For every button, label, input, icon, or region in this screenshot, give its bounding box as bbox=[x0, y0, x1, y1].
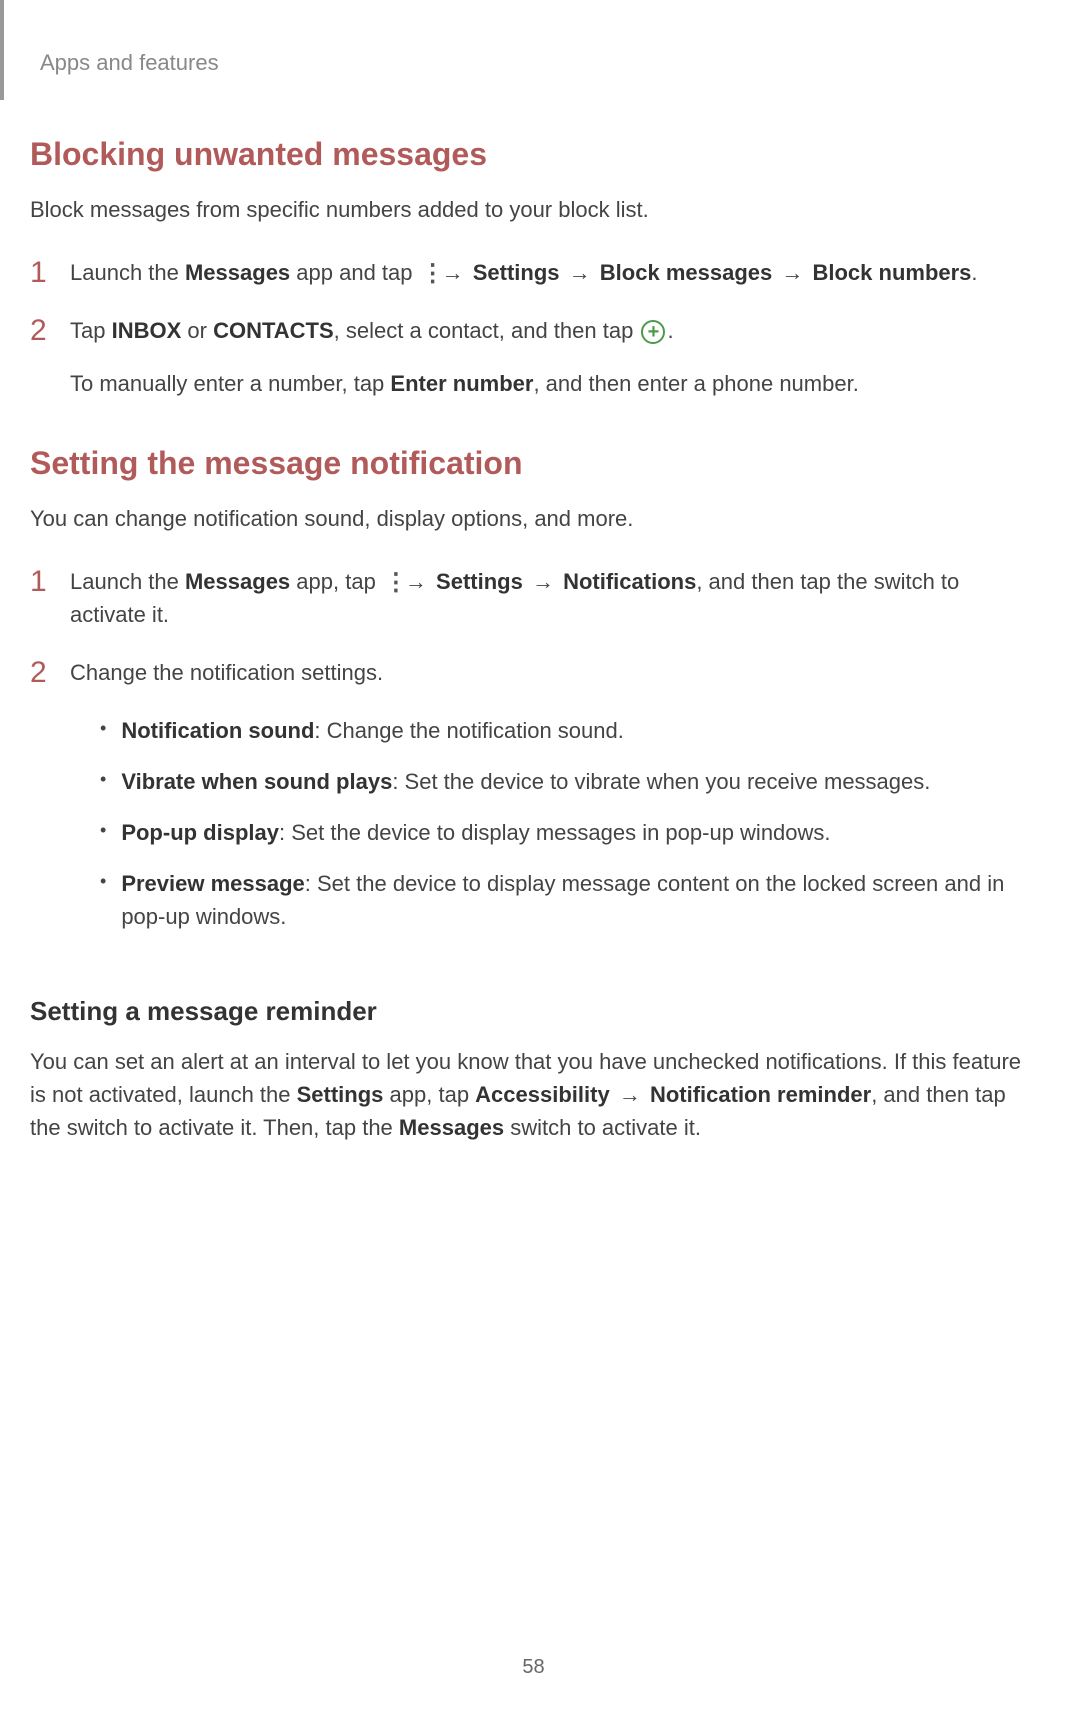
page-number: 58 bbox=[522, 1656, 544, 1679]
text: . bbox=[667, 318, 673, 343]
bullet-content: Pop-up display: Set the device to displa… bbox=[121, 816, 1037, 849]
section3-text: You can set an alert at an interval to l… bbox=[30, 1045, 1037, 1144]
arrow-icon: → bbox=[442, 260, 464, 285]
bold-messages: Messages bbox=[185, 260, 290, 285]
step-1: 1 Launch the Messages app, tap → Setting… bbox=[30, 565, 1037, 631]
bullet-content: Notification sound: Change the notificat… bbox=[121, 714, 1037, 747]
bullet-bold: Preview message bbox=[121, 871, 304, 896]
text: Launch the bbox=[70, 569, 185, 594]
step-2: 2 Change the notification settings. • No… bbox=[30, 656, 1037, 951]
text: app, tap bbox=[383, 1082, 475, 1107]
text: , select a contact, and then tap bbox=[334, 318, 640, 343]
bold-messages: Messages bbox=[399, 1115, 504, 1140]
arrow-icon: → bbox=[569, 260, 591, 285]
section-heading-blocking: Blocking unwanted messages bbox=[30, 136, 1037, 173]
text: switch to activate it. bbox=[504, 1115, 701, 1140]
section2-steps: 1 Launch the Messages app, tap → Setting… bbox=[30, 565, 1037, 951]
text: Change the notification settings. bbox=[70, 660, 383, 685]
step-content: Change the notification settings. • Noti… bbox=[70, 656, 1037, 951]
bullet-item: • Vibrate when sound plays: Set the devi… bbox=[70, 765, 1037, 798]
bold-enter-number: Enter number bbox=[390, 371, 533, 396]
step-1: 1 Launch the Messages app and tap → Sett… bbox=[30, 256, 1037, 289]
more-icon bbox=[384, 572, 400, 594]
arrow-icon: → bbox=[405, 569, 427, 594]
section1-intro: Block messages from specific numbers add… bbox=[30, 193, 1037, 226]
plus-icon bbox=[641, 320, 665, 344]
text: app, tap bbox=[290, 569, 382, 594]
arrow-icon: → bbox=[619, 1082, 641, 1107]
bullet-item: • Preview message: Set the device to dis… bbox=[70, 867, 1037, 933]
step-number: 2 bbox=[30, 656, 55, 689]
sub-heading-reminder: Setting a message reminder bbox=[30, 996, 1037, 1027]
side-accent-bar bbox=[0, 0, 4, 100]
page-header: Apps and features bbox=[40, 50, 1037, 76]
step-2: 2 Tap INBOX or CONTACTS, select a contac… bbox=[30, 314, 1037, 400]
bullet-marker: • bbox=[100, 714, 106, 743]
bold-block-messages: Block messages bbox=[600, 260, 772, 285]
bold-block-numbers: Block numbers bbox=[812, 260, 971, 285]
section-heading-notification: Setting the message notification bbox=[30, 445, 1037, 482]
bold-settings: Settings bbox=[436, 569, 523, 594]
step-sub-text: To manually enter a number, tap Enter nu… bbox=[70, 367, 1037, 400]
bullet-bold: Notification sound bbox=[121, 718, 314, 743]
bold-messages: Messages bbox=[185, 569, 290, 594]
text: To manually enter a number, tap bbox=[70, 371, 390, 396]
bold-contacts: CONTACTS bbox=[213, 318, 334, 343]
bold-inbox: INBOX bbox=[112, 318, 182, 343]
bold-settings: Settings bbox=[297, 1082, 384, 1107]
bullet-marker: • bbox=[100, 867, 106, 896]
bullet-rest: : Set the device to display messages in … bbox=[279, 820, 831, 845]
bullet-marker: • bbox=[100, 816, 106, 845]
arrow-icon: → bbox=[781, 260, 803, 285]
step-content: Launch the Messages app and tap → Settin… bbox=[70, 256, 1037, 289]
step-number: 1 bbox=[30, 256, 55, 289]
bullet-marker: • bbox=[100, 765, 106, 794]
bullet-content: Preview message: Set the device to displ… bbox=[121, 867, 1037, 933]
bold-accessibility: Accessibility bbox=[475, 1082, 610, 1107]
bold-notification-reminder: Notification reminder bbox=[650, 1082, 871, 1107]
bullet-bold: Vibrate when sound plays bbox=[121, 769, 392, 794]
bullet-list: • Notification sound: Change the notific… bbox=[70, 714, 1037, 933]
step-content: Launch the Messages app, tap → Settings … bbox=[70, 565, 1037, 631]
bullet-content: Vibrate when sound plays: Set the device… bbox=[121, 765, 1037, 798]
text: app and tap bbox=[290, 260, 418, 285]
bullet-rest: : Set the device to vibrate when you rec… bbox=[392, 769, 930, 794]
bullet-bold: Pop-up display bbox=[121, 820, 279, 845]
section2-intro: You can change notification sound, displ… bbox=[30, 502, 1037, 535]
bullet-item: • Pop-up display: Set the device to disp… bbox=[70, 816, 1037, 849]
text: Launch the bbox=[70, 260, 185, 285]
bold-settings: Settings bbox=[473, 260, 560, 285]
arrow-icon: → bbox=[532, 569, 554, 594]
text: Tap bbox=[70, 318, 112, 343]
text: , and then enter a phone number. bbox=[533, 371, 858, 396]
bullet-rest: : Change the notification sound. bbox=[314, 718, 623, 743]
section1-steps: 1 Launch the Messages app and tap → Sett… bbox=[30, 256, 1037, 400]
step-number: 2 bbox=[30, 314, 55, 347]
step-number: 1 bbox=[30, 565, 55, 598]
step-content: Tap INBOX or CONTACTS, select a contact,… bbox=[70, 314, 1037, 400]
bullet-item: • Notification sound: Change the notific… bbox=[70, 714, 1037, 747]
bold-notifications: Notifications bbox=[563, 569, 696, 594]
text: . bbox=[971, 260, 977, 285]
more-icon bbox=[421, 263, 437, 285]
text: or bbox=[181, 318, 213, 343]
